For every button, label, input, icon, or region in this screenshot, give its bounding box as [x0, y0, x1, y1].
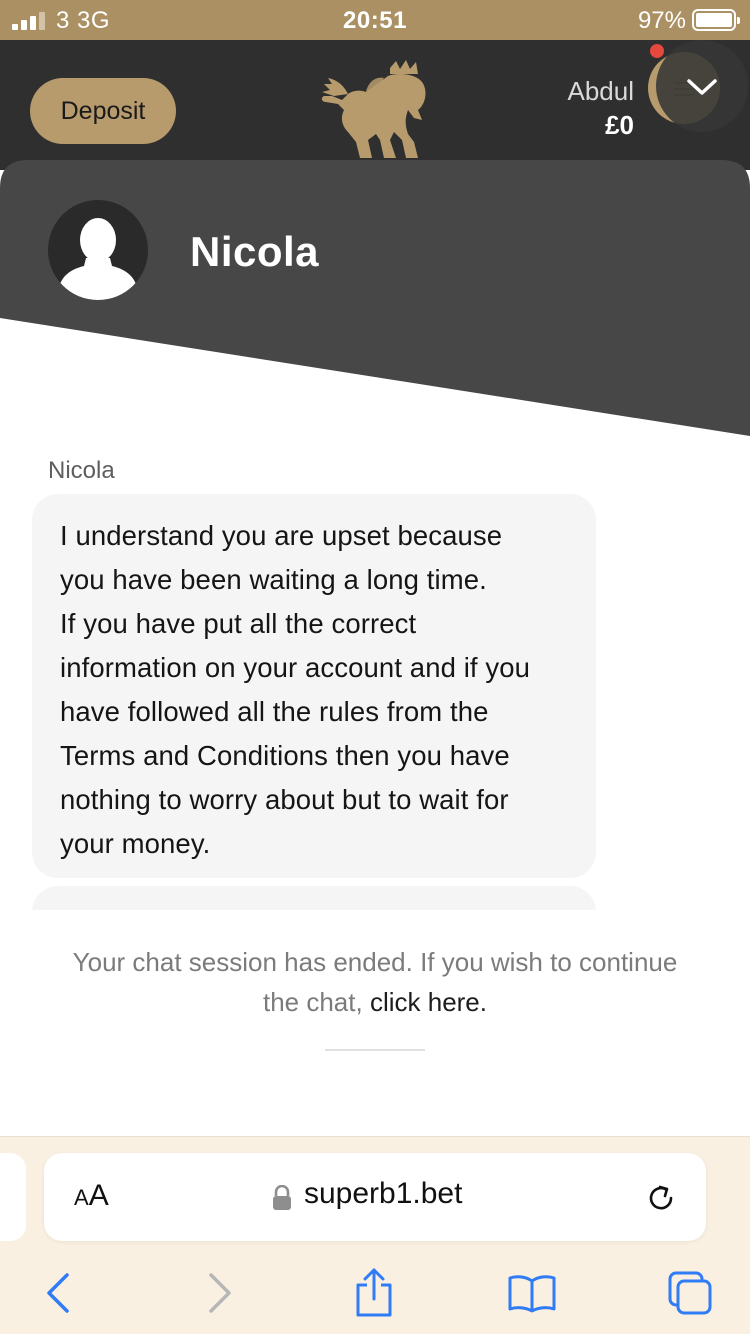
book-icon	[508, 1275, 556, 1313]
address-bar[interactable]: AA superb1.bet	[44, 1153, 706, 1241]
user-name[interactable]: Abdul	[568, 76, 635, 107]
collapse-chat-button[interactable]	[656, 40, 748, 132]
battery-percent: 97%	[637, 7, 686, 34]
message-line: your money.	[60, 828, 211, 859]
deposit-button[interactable]: Deposit	[30, 78, 176, 144]
status-bar: 3 3G 20:51 97%	[0, 0, 750, 40]
chevron-left-icon	[47, 1273, 69, 1313]
message-line: nothing to worry about but to wait for	[60, 784, 509, 815]
winged-lion-logo[interactable]	[318, 60, 436, 160]
share-icon	[356, 1268, 392, 1317]
message-line: you have been waiting a long time.	[60, 564, 487, 595]
tabs-button[interactable]	[660, 1263, 720, 1323]
account-balance[interactable]: £0	[605, 110, 634, 141]
browser-toolbar	[0, 1263, 750, 1323]
agent-name-title: Nicola	[190, 228, 320, 275]
url-text[interactable]: superb1.bet	[304, 1177, 462, 1211]
previous-tab-peek[interactable]	[0, 1153, 26, 1241]
reload-icon[interactable]	[644, 1181, 678, 1215]
share-button[interactable]	[344, 1263, 404, 1323]
chevron-right-icon	[209, 1273, 231, 1313]
lock-icon	[273, 1185, 291, 1210]
message-line: Terms and Conditions then you have	[60, 740, 510, 771]
battery-icon	[692, 9, 740, 31]
continue-chat-link[interactable]: click here.	[370, 987, 487, 1017]
notification-badge	[650, 44, 664, 58]
chat-message: I understand you are upset because you h…	[32, 494, 596, 878]
bookmarks-button[interactable]	[502, 1263, 562, 1323]
back-button[interactable]	[28, 1263, 88, 1323]
chat-message-partial	[32, 886, 596, 912]
forward-button[interactable]	[190, 1263, 250, 1323]
scroll-edge	[0, 910, 750, 916]
message-line: have followed all the rules from the	[60, 696, 489, 727]
chevron-down-icon	[687, 79, 717, 95]
message-line: I understand you are upset because	[60, 520, 503, 551]
text-size-button[interactable]: AA	[74, 1179, 109, 1213]
agent-avatar	[48, 200, 148, 300]
message-sender: Nicola	[48, 457, 115, 484]
message-line: If you have put all the correct	[60, 608, 417, 639]
person-silhouette-icon	[58, 218, 138, 300]
tabs-icon	[668, 1271, 712, 1315]
message-line: information on your account and if you	[60, 652, 531, 683]
divider	[325, 1049, 425, 1051]
session-ended-notice: Your chat session has ended. If you wish…	[60, 942, 690, 1022]
site-header: Deposit Abdul £0	[0, 40, 750, 170]
browser-bar: AA superb1.bet	[0, 1136, 750, 1334]
